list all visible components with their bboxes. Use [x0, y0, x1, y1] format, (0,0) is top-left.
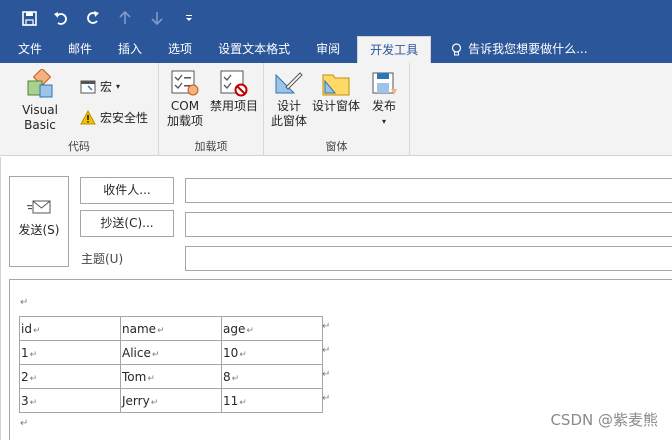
table-row: 2↵ Tom↵ 8↵: [19, 364, 323, 389]
design-folder-icon: [322, 74, 350, 96]
design-form-icon: [275, 72, 303, 94]
table-cell[interactable]: name↵: [120, 316, 222, 341]
design-this-form-label-1: 设计: [276, 99, 301, 113]
undo-icon[interactable]: [50, 7, 72, 29]
table-cell[interactable]: 11↵: [221, 388, 323, 413]
table-cell[interactable]: id↵: [19, 316, 121, 341]
chevron-down-icon: ▾: [381, 117, 386, 126]
com-addins-label-1: COM: [170, 99, 200, 113]
row-end-mark: ↵: [322, 393, 331, 404]
table-cell[interactable]: 8↵: [221, 364, 323, 389]
ribbon: Visual Basic 宏 ▾ 宏安全性 代码 COM 加载项 禁用项目 加载…: [0, 63, 672, 156]
tab-review[interactable]: 审阅: [303, 36, 353, 63]
visual-basic-label: Visual Basic: [22, 103, 58, 132]
table-row: id↵ name↵ age↵: [19, 316, 323, 341]
macro-button[interactable]: 宏 ▾: [80, 78, 120, 95]
disabled-items-button[interactable]: 禁用项目: [208, 69, 260, 114]
visual-basic-button[interactable]: Visual Basic: [5, 69, 75, 133]
watermark: CSDN @紫麦熊: [550, 411, 658, 429]
group-forms: 设计 此窗体 设计窗体 发布 ▾ 窗体: [264, 63, 410, 156]
row-end-mark: ↵: [322, 321, 331, 332]
customize-toolbar-icon[interactable]: [178, 7, 200, 29]
save-icon[interactable]: [18, 7, 40, 29]
to-button[interactable]: 收件人...: [80, 177, 174, 204]
chevron-down-icon: ▾: [116, 82, 121, 91]
cc-field[interactable]: [185, 212, 672, 237]
cc-button[interactable]: 抄送(C)...: [80, 210, 174, 237]
disabled-items-icon: [220, 70, 248, 97]
tab-format-text[interactable]: 设置文本格式: [205, 36, 303, 63]
tab-file[interactable]: 文件: [0, 36, 55, 63]
tab-options[interactable]: 选项: [155, 36, 205, 63]
table-cell[interactable]: 10↵: [221, 340, 323, 365]
redo-icon[interactable]: [82, 7, 104, 29]
table-cell[interactable]: 1↵: [19, 340, 121, 365]
table-cell[interactable]: Tom↵: [120, 364, 222, 389]
design-this-form-label-2: 此窗体: [270, 114, 307, 128]
lightbulb-icon: [452, 42, 462, 55]
paragraph-mark: ↵: [20, 297, 29, 308]
design-a-form-label: 设计窗体: [311, 99, 360, 113]
paragraph-mark: ↵: [20, 418, 29, 429]
arrow-up-icon[interactable]: [114, 7, 136, 29]
tell-me-text: 告诉我您想要做什么...: [468, 42, 588, 56]
table-cell[interactable]: Jerry↵: [120, 388, 222, 413]
row-end-mark: ↵: [322, 369, 331, 380]
design-a-form-button[interactable]: 设计窗体: [310, 69, 362, 114]
tell-me-box[interactable]: 告诉我您想要做什么...: [435, 36, 600, 63]
visual-basic-icon: [27, 69, 53, 98]
com-addins-button[interactable]: COM 加载项: [162, 69, 208, 129]
group-label-addins: 加载项: [194, 140, 228, 153]
table-row: 1↵ Alice↵ 10↵: [19, 340, 323, 365]
group-addins: COM 加载项 禁用项目 加载项: [159, 63, 264, 156]
table-cell[interactable]: 2↵: [19, 364, 121, 389]
group-label-forms: 窗体: [325, 140, 348, 153]
table-cell[interactable]: 3↵: [19, 388, 121, 413]
design-this-form-button[interactable]: 设计 此窗体: [268, 69, 310, 129]
send-button[interactable]: 发送(S): [9, 176, 69, 267]
macro-label: 宏: [100, 80, 113, 94]
macro-security-button[interactable]: 宏安全性: [80, 109, 148, 126]
disabled-items-label: 禁用项目: [209, 99, 258, 113]
publish-button[interactable]: 发布 ▾: [363, 69, 405, 129]
publish-icon: [372, 72, 397, 95]
table-cell[interactable]: age↵: [221, 316, 323, 341]
macro-icon: [80, 80, 96, 93]
to-field[interactable]: [185, 178, 672, 203]
table-row: 3↵ Jerry↵ 11↵: [19, 388, 323, 413]
row-end-mark: ↵: [322, 345, 331, 356]
group-code: Visual Basic 宏 ▾ 宏安全性 代码: [0, 63, 159, 156]
publish-label: 发布: [371, 99, 396, 113]
subject-label: 主题(U): [81, 252, 124, 266]
macro-security-label: 宏安全性: [100, 111, 149, 125]
subject-field[interactable]: [185, 246, 672, 271]
send-mail-icon: [27, 200, 51, 214]
quick-access-toolbar: [0, 0, 672, 36]
tab-insert[interactable]: 插入: [105, 36, 155, 63]
com-addins-label-2: 加载项: [166, 114, 203, 128]
tab-mail[interactable]: 邮件: [55, 36, 105, 63]
com-addins-icon: [171, 70, 199, 96]
group-label-code: 代码: [68, 140, 90, 153]
ribbon-tabs: 文件 邮件 插入 选项 设置文本格式 审阅 开发工具 告诉我您想要做什么...: [0, 36, 672, 63]
data-table[interactable]: id↵ name↵ age↵ 1↵ Alice↵ 10↵ 2↵ Tom↵ 8↵ …: [19, 316, 323, 413]
tab-developer[interactable]: 开发工具: [357, 36, 432, 63]
table-cell[interactable]: Alice↵: [120, 340, 222, 365]
send-label: 发送(S): [18, 223, 60, 237]
warning-icon: [80, 110, 96, 125]
arrow-down-icon[interactable]: [146, 7, 168, 29]
